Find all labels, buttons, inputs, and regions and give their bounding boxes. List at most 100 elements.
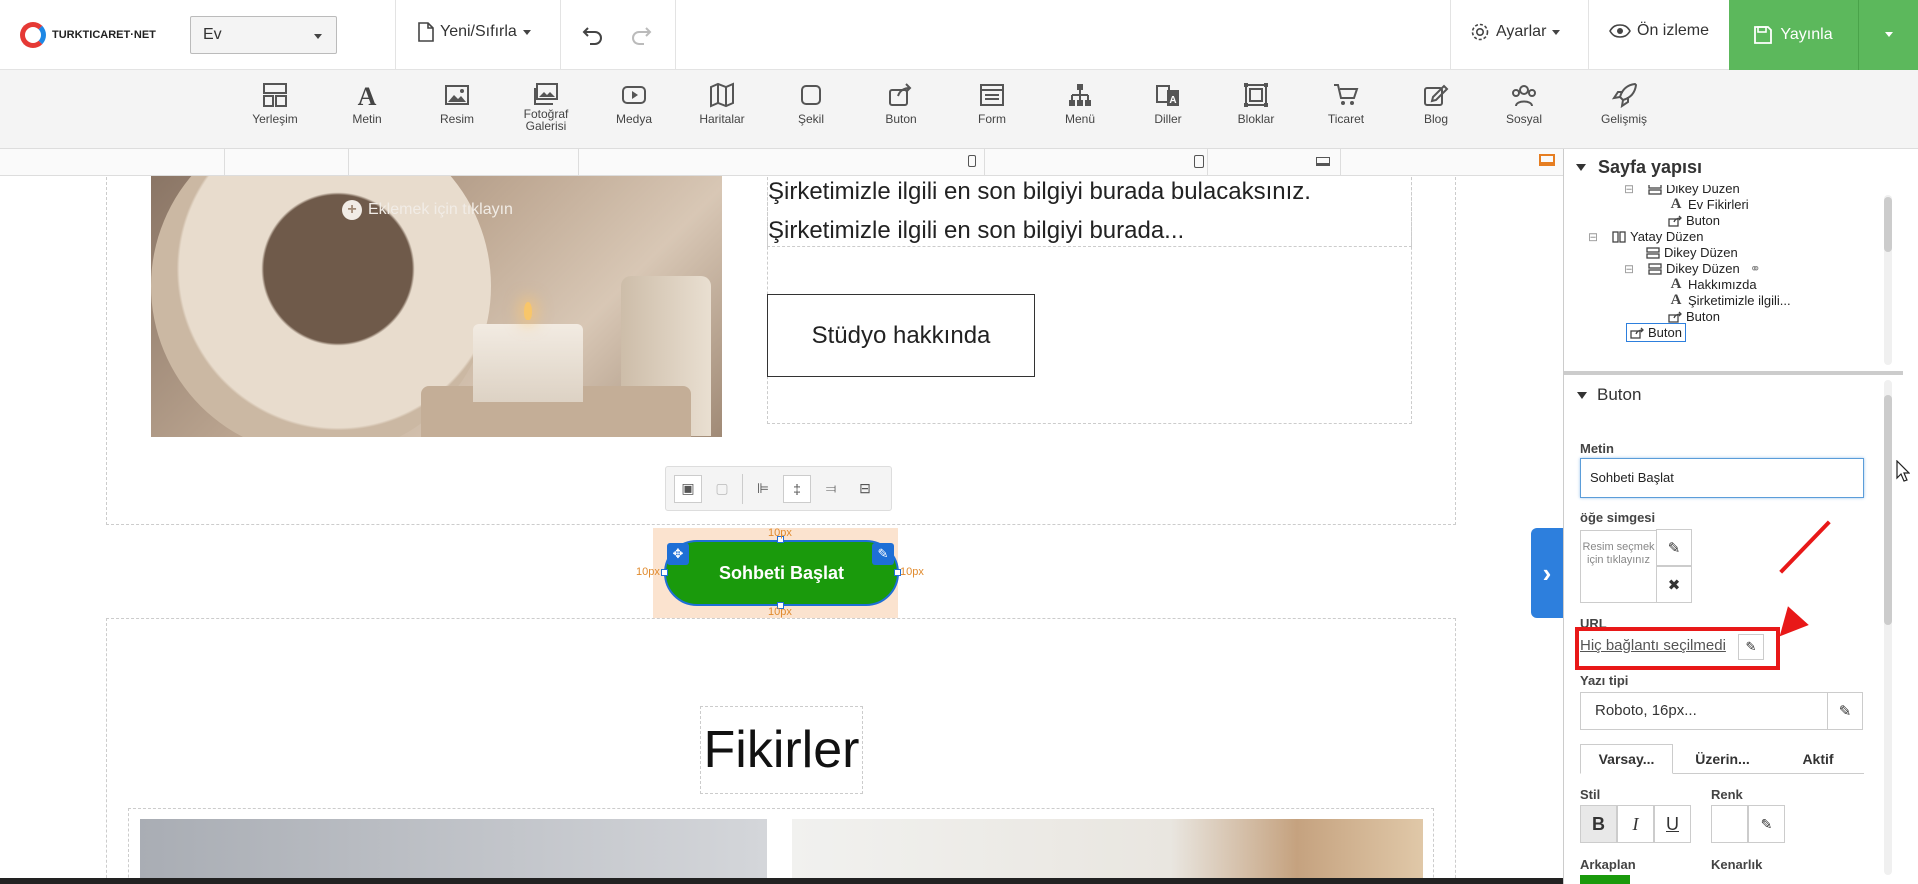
pencil-icon[interactable]: ✎: [1748, 805, 1785, 843]
laptop-device-icon[interactable]: [1316, 157, 1330, 166]
mobile-device-icon[interactable]: [968, 155, 976, 167]
pencil-icon[interactable]: ✎: [872, 543, 894, 565]
tool-shape[interactable]: Şekil: [771, 82, 851, 126]
align-center-icon[interactable]: ‡: [783, 474, 811, 503]
italic-button[interactable]: I: [1617, 805, 1654, 843]
align-right-icon[interactable]: ⫤: [817, 475, 845, 503]
pencil-icon[interactable]: ✎: [1827, 692, 1863, 730]
full-width-icon[interactable]: ▣: [674, 474, 702, 503]
tool-image[interactable]: Resim: [417, 82, 497, 126]
underline-button[interactable]: U: [1654, 805, 1691, 843]
icon-picker[interactable]: Resim seçmek için tıklayınız: [1580, 530, 1657, 603]
about-text[interactable]: Şirketimizle ilgili en son bilgiyi burad…: [768, 176, 1408, 250]
structure-header[interactable]: Sayfa yapısı: [1564, 149, 1904, 185]
tool-cart[interactable]: Ticaret: [1306, 82, 1386, 126]
vertical-layout-icon: [1648, 185, 1662, 195]
tool-label: Medya: [615, 112, 653, 126]
tool-layout[interactable]: Yerleşim: [235, 82, 315, 126]
add-element-hint[interactable]: + Eklemek için tıklayın: [342, 200, 513, 220]
tool-blocks[interactable]: Bloklar: [1216, 82, 1296, 126]
preview-button[interactable]: Ön izleme: [1609, 22, 1709, 40]
divider: [742, 473, 743, 504]
about-line-1: Şirketimizle ilgili en son bilgiyi burad…: [768, 178, 1311, 205]
preview-label: Ön izleme: [1637, 22, 1710, 39]
tree-item[interactable]: Buton: [1626, 323, 1686, 342]
blocks-icon: [1244, 83, 1268, 107]
rocket-icon: [1611, 82, 1637, 108]
background-swatch[interactable]: [1580, 875, 1630, 884]
panel-splitter[interactable]: [1563, 371, 1903, 375]
pencil-icon[interactable]: ✎: [1656, 529, 1692, 566]
resize-handle[interactable]: [661, 569, 668, 576]
file-icon: [418, 22, 434, 42]
align-justify-icon[interactable]: ⊟: [851, 475, 879, 503]
settings-button[interactable]: Ayarlar: [1470, 22, 1561, 42]
svg-text:A: A: [1169, 95, 1176, 106]
tree-scrollbar-thumb[interactable]: [1884, 197, 1892, 252]
tool-form[interactable]: Form: [952, 82, 1032, 126]
tool-text[interactable]: A Metin: [327, 82, 407, 126]
ideas-heading[interactable]: Fikirler: [700, 706, 863, 794]
studio-button[interactable]: Stüdyo hakkında: [767, 294, 1035, 377]
tool-label: Diller: [1154, 112, 1182, 126]
align-left-icon[interactable]: ⊫: [749, 475, 777, 503]
collapse-toggle-icon[interactable]: ⊟: [1588, 230, 1600, 244]
tool-rocket[interactable]: Gelişmiş: [1584, 82, 1664, 126]
desktop-device-icon[interactable]: [1539, 154, 1555, 166]
ruler-tick: [984, 149, 985, 176]
tab-active[interactable]: Aktif: [1772, 744, 1864, 774]
editor-canvas: + Eklemek için tıklayın Şirketimizle ilg…: [0, 176, 1563, 884]
plus-circle-icon: +: [342, 200, 362, 220]
tree-item-label: Buton: [1686, 213, 1720, 228]
tablet-device-icon[interactable]: [1194, 155, 1204, 168]
bold-button[interactable]: B: [1580, 805, 1617, 843]
collapse-toggle-icon[interactable]: ⊟: [1624, 262, 1636, 276]
redo-icon[interactable]: [630, 25, 652, 45]
tree-item-label: Şirketimizle ilgili...: [1688, 293, 1791, 308]
text-label: Metin: [1580, 441, 1614, 456]
props-header[interactable]: Buton: [1577, 385, 1641, 405]
chevron-down-icon: [314, 34, 322, 43]
tool-map[interactable]: Haritalar: [682, 82, 762, 126]
divider: [1450, 0, 1451, 70]
publish-dropdown-button[interactable]: [1858, 0, 1918, 70]
tool-label: Gelişmiş: [1600, 112, 1647, 126]
divider: [1588, 0, 1589, 70]
close-icon[interactable]: ✖: [1656, 566, 1692, 603]
media-icon: [622, 86, 646, 104]
tree-item-label: Dikey Düzen: [1666, 261, 1740, 276]
collapse-panel-button[interactable]: ›: [1531, 528, 1563, 618]
language-icon: A: [1156, 85, 1179, 106]
page-select[interactable]: Ev: [190, 16, 337, 54]
tool-label: Resim: [439, 112, 474, 126]
tool-media[interactable]: Medya: [594, 82, 674, 126]
tool-menu[interactable]: Menü: [1040, 82, 1120, 126]
color-swatch[interactable]: [1711, 805, 1748, 843]
tool-language[interactable]: A Diller: [1128, 82, 1208, 126]
font-field[interactable]: Roboto, 16px...: [1580, 692, 1828, 730]
new-reset-button[interactable]: Yeni/Sıfırla: [418, 22, 531, 42]
tool-label: Buton: [885, 112, 917, 126]
logo-icon: [20, 22, 46, 48]
tool-blog[interactable]: Blog: [1396, 82, 1476, 126]
collapse-toggle-icon[interactable]: ⊟: [1624, 185, 1636, 196]
cursor-icon: [1896, 460, 1910, 482]
fit-width-icon[interactable]: ▢: [708, 475, 736, 503]
button-text-input[interactable]: Sohbeti Başlat: [1580, 458, 1864, 498]
plant-image-2[interactable]: [792, 819, 1423, 884]
chat-button[interactable]: Sohbeti Başlat: [664, 540, 899, 606]
padding-left-label: 10px: [636, 566, 660, 578]
plant-image-1[interactable]: [140, 819, 767, 884]
undo-icon[interactable]: [582, 25, 604, 45]
highlight-box: [1575, 627, 1780, 670]
tab-default[interactable]: Varsay...: [1580, 744, 1673, 774]
tab-hover[interactable]: Üzerin...: [1675, 744, 1770, 774]
props-scrollbar-thumb[interactable]: [1884, 395, 1892, 625]
tree-item-label: Buton: [1648, 325, 1682, 340]
tool-gallery[interactable]: Fotoğraf Galerisi: [506, 82, 586, 132]
publish-button[interactable]: Yayınla: [1729, 0, 1858, 70]
move-icon[interactable]: ✥: [667, 543, 689, 565]
style-label: Stil: [1580, 787, 1601, 802]
tool-social[interactable]: Sosyal: [1484, 82, 1564, 126]
tool-button[interactable]: Buton: [861, 82, 941, 126]
